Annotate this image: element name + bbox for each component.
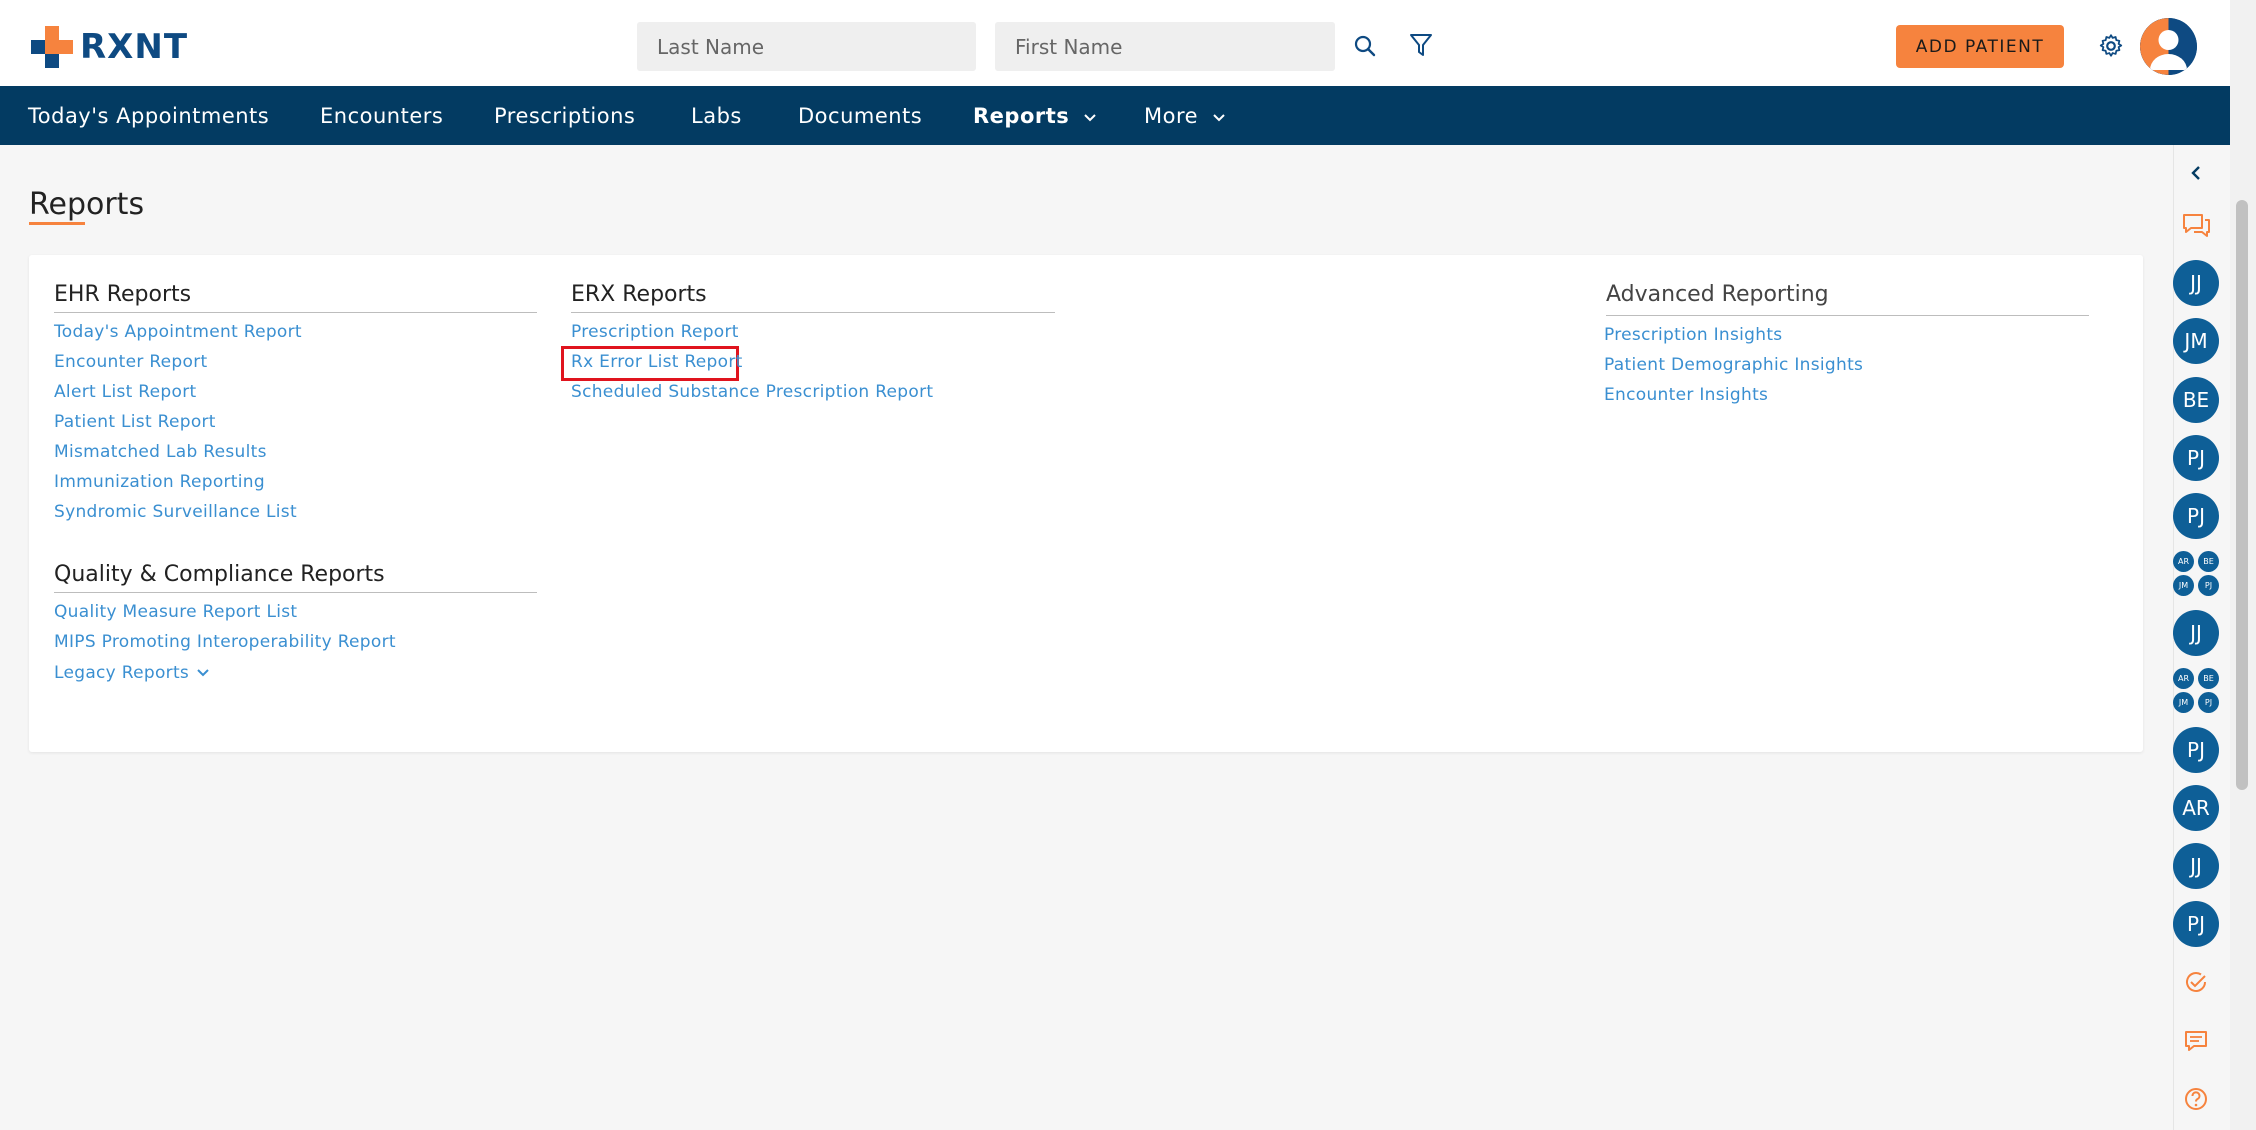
chevron-left-icon[interactable] — [2178, 155, 2214, 191]
logo-text: RXNT — [80, 26, 189, 67]
title-underline — [29, 222, 85, 225]
nav-documents[interactable]: Documents — [798, 86, 922, 145]
chevron-down-icon — [1083, 104, 1097, 128]
nav-labs[interactable]: Labs — [691, 86, 742, 145]
section-divider — [54, 592, 537, 593]
section-divider — [571, 312, 1055, 313]
section-divider — [54, 312, 537, 313]
rail-avatar[interactable]: BE — [2173, 377, 2219, 423]
rail-group-avatar[interactable]: AR BE JM PJ — [2173, 551, 2221, 599]
legacy-reports-label: Legacy Reports — [54, 663, 190, 683]
patient-demographic-insights-link[interactable]: Patient Demographic Insights — [1604, 355, 1863, 375]
main-nav: Today's Appointments Encounters Prescrip… — [0, 86, 2230, 145]
rx-error-list-report-link[interactable]: Rx Error List Report — [571, 352, 743, 372]
chevron-down-icon — [1212, 104, 1226, 128]
app-header: RXNT ADD PATIENT — [0, 0, 2230, 86]
filter-icon[interactable] — [1403, 28, 1439, 64]
legacy-reports-toggle[interactable]: Legacy Reports — [54, 663, 210, 683]
add-patient-button[interactable]: ADD PATIENT — [1896, 25, 2064, 68]
rail-avatar[interactable]: PJ — [2173, 901, 2219, 947]
mismatched-lab-results-link[interactable]: Mismatched Lab Results — [54, 442, 267, 462]
nav-label: Reports — [973, 103, 1070, 128]
rail-avatar[interactable]: JM — [2173, 318, 2219, 364]
nav-reports[interactable]: Reports — [973, 86, 1097, 145]
section-divider — [1606, 315, 2089, 316]
message-icon[interactable] — [2178, 1023, 2214, 1059]
nav-prescriptions[interactable]: Prescriptions — [494, 86, 635, 145]
immunization-reporting-link[interactable]: Immunization Reporting — [54, 472, 265, 492]
todays-appointment-report-link[interactable]: Today's Appointment Report — [54, 322, 302, 342]
quality-compliance-title: Quality & Compliance Reports — [54, 562, 385, 587]
ehr-reports-title: EHR Reports — [54, 282, 192, 307]
rail-avatar[interactable]: PJ — [2173, 493, 2219, 539]
rail-avatar[interactable]: PJ — [2173, 727, 2219, 773]
user-avatar-icon[interactable] — [2140, 18, 2197, 75]
nav-todays-appointments[interactable]: Today's Appointments — [28, 86, 269, 145]
nav-label: More — [1144, 103, 1199, 128]
prescription-report-link[interactable]: Prescription Report — [571, 322, 739, 342]
scrollbar-thumb[interactable] — [2236, 200, 2248, 790]
nav-more[interactable]: More — [1144, 86, 1226, 145]
mips-interoperability-report-link[interactable]: MIPS Promoting Interoperability Report — [54, 632, 396, 652]
help-icon[interactable] — [2178, 1081, 2214, 1117]
nav-label: Prescriptions — [494, 103, 636, 128]
rail-mini-avatar: BE — [2198, 668, 2219, 689]
prescription-insights-link[interactable]: Prescription Insights — [1604, 325, 1782, 345]
erx-reports-title: ERX Reports — [571, 282, 707, 307]
first-name-input[interactable] — [995, 22, 1335, 71]
gear-icon[interactable] — [2093, 28, 2129, 64]
chat-bubbles-icon[interactable] — [2178, 207, 2214, 243]
scheduled-substance-prescription-report-link[interactable]: Scheduled Substance Prescription Report — [571, 382, 933, 402]
logo-cross-icon — [31, 25, 73, 68]
nav-label: Encounters — [320, 103, 444, 128]
rail-mini-avatar: AR — [2173, 668, 2194, 689]
quality-measure-report-link[interactable]: Quality Measure Report List — [54, 602, 297, 622]
page-title: Reports — [29, 187, 145, 222]
rail-mini-avatar: PJ — [2198, 575, 2219, 596]
rail-avatar[interactable]: JJ — [2173, 610, 2219, 656]
rail-group-avatar[interactable]: AR BE JM PJ — [2173, 668, 2221, 716]
syndromic-surveillance-list-link[interactable]: Syndromic Surveillance List — [54, 502, 297, 522]
rail-avatar[interactable]: PJ — [2173, 435, 2219, 481]
alert-list-report-link[interactable]: Alert List Report — [54, 382, 196, 402]
advanced-reporting-title: Advanced Reporting — [1606, 282, 1829, 307]
encounter-insights-link[interactable]: Encounter Insights — [1604, 385, 1768, 405]
rail-avatar[interactable]: AR — [2173, 785, 2219, 831]
last-name-input[interactable] — [637, 22, 976, 71]
rail-avatar[interactable]: JJ — [2173, 260, 2219, 306]
rail-mini-avatar: JM — [2173, 692, 2194, 713]
rail-mini-avatar: BE — [2198, 551, 2219, 572]
rail-mini-avatar: AR — [2173, 551, 2194, 572]
rail-avatar[interactable]: JJ — [2173, 843, 2219, 889]
nav-label: Today's Appointments — [28, 103, 270, 128]
rxnt-logo[interactable]: RXNT — [29, 24, 188, 69]
rail-mini-avatar: PJ — [2198, 692, 2219, 713]
patient-list-report-link[interactable]: Patient List Report — [54, 412, 216, 432]
encounter-report-link[interactable]: Encounter Report — [54, 352, 207, 372]
nav-label: Documents — [798, 103, 923, 128]
reports-card — [29, 255, 2143, 752]
chevron-down-icon — [196, 668, 210, 678]
nav-label: Labs — [691, 103, 742, 128]
check-circle-icon[interactable] — [2178, 964, 2214, 1000]
search-icon[interactable] — [1347, 28, 1383, 64]
rail-mini-avatar: JM — [2173, 575, 2194, 596]
nav-encounters[interactable]: Encounters — [320, 86, 443, 145]
